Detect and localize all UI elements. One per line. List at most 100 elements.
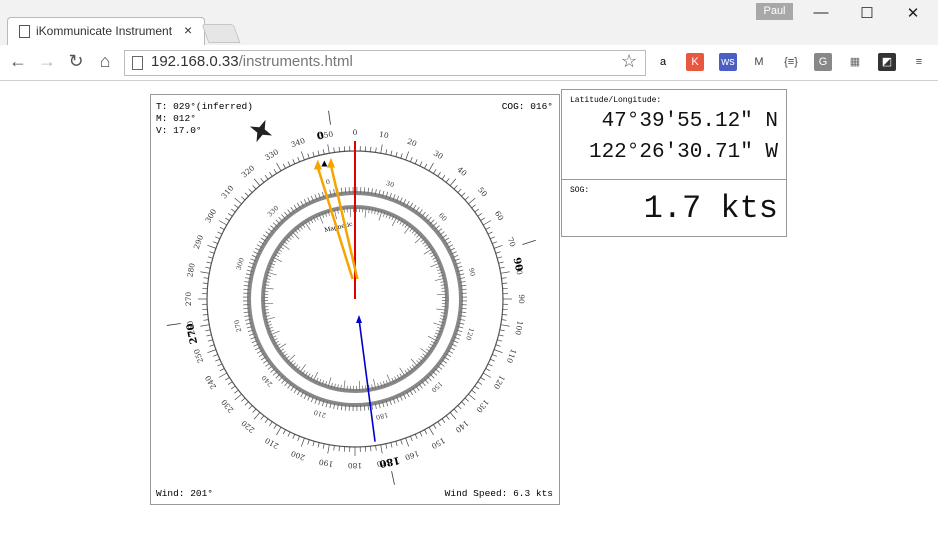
outer-tick xyxy=(297,436,300,441)
outer-degree-label: 150 xyxy=(430,436,447,451)
gmail-icon[interactable]: M xyxy=(750,53,768,71)
outer-tick xyxy=(482,372,492,378)
outer-degree-label: 30 xyxy=(432,149,445,162)
outer-tick xyxy=(390,150,393,156)
outer-tick xyxy=(390,442,393,448)
profile-badge[interactable]: Paul xyxy=(756,3,793,20)
klout-icon[interactable]: K xyxy=(686,53,704,71)
puzzle-icon[interactable]: ▦ xyxy=(846,53,864,71)
latitude-value: 47°39'55.12" N xyxy=(601,110,778,133)
magnetic-readout: M: 012° xyxy=(156,113,196,124)
outer-tick xyxy=(234,204,239,209)
ws-icon[interactable]: ws xyxy=(719,53,737,71)
reload-icon[interactable]: ↻ xyxy=(65,51,87,72)
outer-degree-label: 340 xyxy=(290,136,307,149)
tab-close-icon[interactable]: × xyxy=(184,22,192,38)
outer-tick xyxy=(474,208,479,213)
outer-tick xyxy=(380,444,383,454)
outer-tick xyxy=(227,213,233,217)
outer-tick xyxy=(380,144,383,154)
amazon-icon[interactable]: a xyxy=(654,53,672,71)
outer-tick xyxy=(419,431,423,437)
outer-tick xyxy=(419,161,423,167)
outer-tick xyxy=(492,354,497,357)
inner-tick xyxy=(414,236,423,244)
outer-tick xyxy=(217,231,223,235)
panel-divider xyxy=(562,179,786,180)
outer-tick xyxy=(253,412,261,420)
outer-tick xyxy=(457,188,462,193)
outer-tick xyxy=(282,429,286,435)
url-text[interactable]: 192.168.0.33/instruments.html xyxy=(151,53,353,70)
outer-tick xyxy=(457,405,462,410)
inner-tick xyxy=(430,262,440,268)
cog-marker xyxy=(321,160,328,167)
browser-toolbar: ← → ↻ ⌂ 192.168.0.33/instruments.html ☆ … xyxy=(0,45,938,81)
outer-degree-label: 250 xyxy=(192,347,205,364)
maximize-icon[interactable]: ☐ xyxy=(852,4,882,22)
outer-tick xyxy=(499,266,505,269)
magnetic-degree-label: 180 xyxy=(375,411,389,422)
magnetic-degree-label: 270 xyxy=(233,319,244,333)
outer-tick xyxy=(502,282,508,284)
json-icon[interactable]: {≡} xyxy=(782,53,800,71)
outer-tick xyxy=(441,175,446,180)
bookmark-star-icon[interactable]: ☆ xyxy=(621,51,637,72)
outer-degree-label: 320 xyxy=(240,163,257,179)
menu-icon[interactable]: ≡ xyxy=(910,53,928,71)
outer-tick xyxy=(487,231,493,235)
outer-tick xyxy=(433,424,437,429)
magnetic-tick xyxy=(363,187,366,194)
outer-tick xyxy=(461,401,466,406)
outer-cardinal-label: 90 xyxy=(511,257,525,273)
outer-tick xyxy=(312,151,315,157)
back-icon[interactable]: ← xyxy=(7,51,29,72)
longitude-value: 122°26'30.71" W xyxy=(588,141,778,164)
inner-tick xyxy=(270,330,280,336)
outer-tick xyxy=(428,162,434,172)
cardinal-marker xyxy=(328,110,331,125)
inner-tick xyxy=(292,231,300,240)
outer-tick xyxy=(217,363,223,367)
outer-tick xyxy=(241,196,246,201)
outer-tick xyxy=(252,408,257,413)
address-bar[interactable]: 192.168.0.33/instruments.html ☆ xyxy=(124,50,646,76)
outer-cardinal-label: 180 xyxy=(378,454,401,469)
home-icon[interactable]: ⌂ xyxy=(94,51,116,72)
browser-tab[interactable]: iKommunicate Instrument × xyxy=(7,17,205,46)
outer-tick xyxy=(234,393,242,401)
outer-tick xyxy=(471,389,476,394)
outer-degree-label: 330 xyxy=(263,147,280,162)
outer-tick xyxy=(395,151,398,157)
outer-tick xyxy=(474,385,479,390)
outer-tick xyxy=(300,151,305,161)
cog-arrowhead xyxy=(326,157,335,168)
outer-tick xyxy=(424,429,428,435)
outer-tick xyxy=(269,171,273,177)
magnetic-degree-label: 30 xyxy=(385,179,395,189)
outer-tick xyxy=(260,178,265,183)
outer-tick xyxy=(244,401,249,406)
cardinal-marker xyxy=(166,323,181,326)
outer-degree-label: 310 xyxy=(219,183,235,200)
outer-tick xyxy=(410,436,413,441)
outer-tick xyxy=(400,153,403,159)
forward-icon[interactable]: → xyxy=(36,51,58,72)
close-window-icon[interactable]: ✕ xyxy=(898,4,928,22)
pocket-icon[interactable]: ◩ xyxy=(878,53,896,71)
g-icon[interactable]: G xyxy=(814,53,832,71)
outer-tick xyxy=(433,169,437,174)
url-path: /instruments.html xyxy=(238,53,353,70)
outer-tick xyxy=(219,368,225,372)
outer-tick xyxy=(424,163,428,169)
outer-degree-label: 230 xyxy=(219,397,235,414)
minimize-icon[interactable]: — xyxy=(806,4,836,21)
outer-tick xyxy=(437,421,441,427)
outer-tick xyxy=(405,437,410,447)
new-tab-button[interactable] xyxy=(201,24,241,43)
magnetic-tick xyxy=(243,307,250,310)
outer-tick xyxy=(370,146,372,152)
outer-tick xyxy=(282,163,286,169)
outer-tick xyxy=(248,188,253,193)
inner-tick xyxy=(318,214,324,224)
